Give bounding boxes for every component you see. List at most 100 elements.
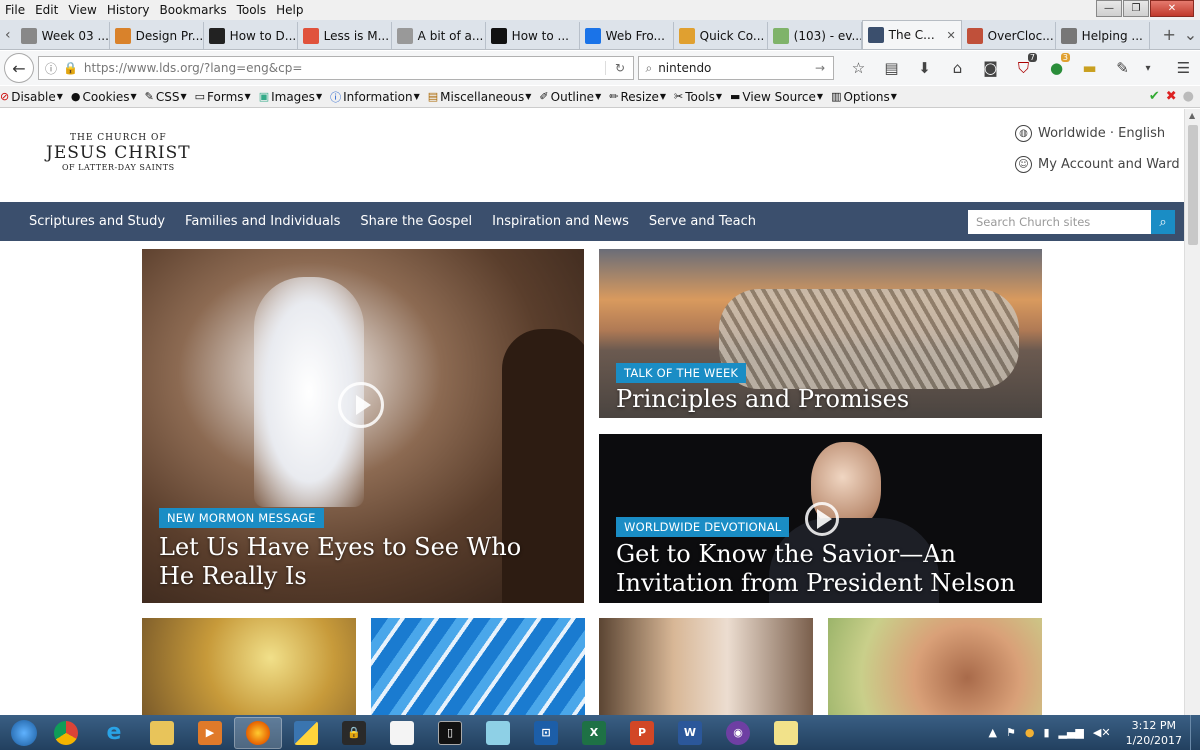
overflow-chevron-icon[interactable]: ▾ [1139, 63, 1157, 74]
tab-list-icon[interactable]: ⌄ [1181, 25, 1200, 44]
dev-options[interactable]: ▥ Options ▼ [831, 90, 897, 104]
download-icon[interactable]: ⬇ [908, 59, 941, 77]
play-icon[interactable] [805, 502, 839, 536]
feature-card-main[interactable]: NEW MORMON MESSAGE Let Us Have Eyes to S… [142, 249, 584, 603]
tray-app-icon[interactable]: ● [1025, 726, 1035, 739]
taskbar-notes[interactable] [762, 717, 810, 749]
language-link[interactable]: ◍ Worldwide · English [1015, 125, 1180, 142]
dev-resize[interactable]: ✏ Resize ▼ [609, 90, 666, 104]
dev-css[interactable]: ✎ CSS ▼ [145, 90, 187, 104]
close-tab-icon[interactable]: ✕ [946, 29, 955, 42]
menu-history[interactable]: History [102, 3, 155, 17]
menu-edit[interactable]: Edit [30, 3, 63, 17]
taskbar-media[interactable]: ▶ [186, 717, 234, 749]
thumb-card-4[interactable] [828, 618, 1042, 715]
taskbar-firefox[interactable] [234, 716, 282, 749]
reload-icon[interactable]: ↻ [605, 61, 633, 75]
taskbar-word[interactable]: W [666, 717, 714, 749]
start-button[interactable] [6, 717, 42, 749]
menu-view[interactable]: View [63, 3, 101, 17]
tab-5[interactable]: How to ... [486, 22, 580, 49]
nav-families[interactable]: Families and Individuals [185, 214, 340, 229]
dev-outline[interactable]: ✐ Outline ▼ [539, 90, 601, 104]
taskbar-sticky[interactable] [474, 717, 522, 749]
tab-11[interactable]: Helping ... [1056, 22, 1150, 49]
minimize-button[interactable]: — [1096, 0, 1122, 17]
card-title[interactable]: Let Us Have Eyes to See Who He Really Is [159, 533, 559, 591]
dev-images[interactable]: ▣ Images ▼ [259, 90, 322, 104]
card-title[interactable]: Get to Know the Savior—An Invitation fro… [616, 540, 1026, 598]
eyedropper-icon[interactable]: ✎ [1106, 59, 1139, 77]
tray-expand-icon[interactable]: ▲ [989, 726, 997, 739]
menu-bookmarks[interactable]: Bookmarks [155, 3, 232, 17]
reading-list-icon[interactable]: ▤ [875, 59, 908, 77]
menu-help[interactable]: Help [271, 3, 308, 17]
dev-forms[interactable]: ▭ Forms ▼ [195, 90, 251, 104]
url-bar[interactable]: ⓘ 🔒 https://www.lds.org/?lang=eng&cp= ↻ [37, 56, 635, 80]
clock[interactable]: 3:12 PM 1/20/2017 [1126, 718, 1182, 748]
church-search-input[interactable]: Search Church sites [968, 210, 1151, 234]
nav-inspiration[interactable]: Inspiration and News [492, 214, 629, 229]
taskbar-python[interactable] [282, 717, 330, 749]
maximize-button[interactable]: ❐ [1123, 0, 1149, 17]
bookmark-star-icon[interactable]: ☆ [842, 59, 875, 77]
tab-6[interactable]: Web Fro... [580, 22, 674, 49]
tab-7[interactable]: Quick Co... [674, 22, 768, 49]
dev-view-source[interactable]: ▬ View Source ▼ [730, 90, 823, 104]
battery-icon[interactable]: ▮ [1043, 726, 1049, 739]
taskbar-excel[interactable]: X [570, 717, 618, 749]
volume-icon[interactable]: ◀✕ [1093, 726, 1111, 739]
back-button[interactable]: ← [4, 53, 34, 83]
check-icon[interactable]: ✔ [1149, 89, 1160, 104]
error-icon[interactable]: ✖ [1166, 89, 1177, 104]
nav-share-gospel[interactable]: Share the Gospel [360, 214, 472, 229]
nav-scriptures[interactable]: Scriptures and Study [29, 214, 165, 229]
pocket-icon[interactable]: ◙ [974, 59, 1007, 77]
hamburger-menu-icon[interactable]: ☰ [1167, 59, 1200, 77]
tab-1[interactable]: Design Pr... [110, 22, 204, 49]
dev-tools[interactable]: ✂ Tools ▼ [674, 90, 722, 104]
taskbar-chrome[interactable] [42, 717, 90, 749]
scroll-up-icon[interactable]: ▲ [1189, 111, 1195, 120]
grey-circle-icon[interactable]: ● [1183, 89, 1194, 104]
tab-3[interactable]: Less is M... [298, 22, 392, 49]
account-link[interactable]: ☺ My Account and Ward [1015, 156, 1180, 173]
feature-card-talk[interactable]: TALK OF THE WEEK Principles and Promises [599, 249, 1042, 418]
scrollbar-thumb[interactable] [1188, 125, 1198, 245]
taskbar-github[interactable]: ◉ [714, 717, 762, 749]
tab-4[interactable]: A bit of a... [392, 22, 486, 49]
taskbar-terminal[interactable]: ▯ [426, 717, 474, 749]
tab-scroll-left-icon[interactable]: ‹ [0, 27, 16, 43]
taskbar-notepad[interactable] [378, 717, 426, 749]
search-input[interactable]: ⌕ nintendo → [638, 56, 834, 80]
feature-card-devotional[interactable]: WORLDWIDE DEVOTIONAL Get to Know the Sav… [599, 434, 1042, 603]
tab-10[interactable]: OverCloc... [962, 22, 1056, 49]
new-tab-button[interactable]: + [1160, 25, 1179, 44]
close-window-button[interactable]: ✕ [1150, 0, 1194, 17]
thumb-card-3[interactable] [599, 618, 813, 715]
taskbar-explorer[interactable] [138, 717, 186, 749]
tab-8[interactable]: (103) - ev... [768, 22, 862, 49]
ublock-icon[interactable]: ⛉ 7 [1007, 53, 1040, 77]
taskbar-security[interactable]: 🔒 [330, 717, 378, 749]
tab-9[interactable]: The C... ✕ [861, 20, 962, 49]
thumb-card-2[interactable] [371, 618, 585, 715]
church-logo[interactable]: THE CHURCH OF JESUS CHRIST OF LATTER-DAY… [46, 133, 191, 172]
nav-serve[interactable]: Serve and Teach [649, 214, 756, 229]
taskbar-sourcetree[interactable]: ⊡ [522, 717, 570, 749]
thumb-card-1[interactable] [142, 618, 356, 715]
dev-disable[interactable]: ⊘ Disable ▼ [0, 90, 63, 104]
ghostery-icon[interactable]: ● 3 [1040, 53, 1073, 77]
flag-icon[interactable]: ⚑ [1006, 726, 1016, 739]
play-icon[interactable] [338, 382, 384, 428]
dev-information[interactable]: ⓘ Information ▼ [330, 89, 420, 105]
taskbar-powerpoint[interactable]: P [618, 717, 666, 749]
tab-0[interactable]: Week 03 ... [16, 22, 110, 49]
show-desktop-button[interactable] [1190, 715, 1200, 750]
menu-file[interactable]: File [0, 3, 30, 17]
home-icon[interactable]: ⌂ [941, 59, 974, 77]
page-scrollbar[interactable]: ▲ [1184, 109, 1200, 715]
tab-2[interactable]: How to D... [204, 22, 298, 49]
search-go-icon[interactable]: → [815, 61, 833, 75]
dev-miscellaneous[interactable]: ▤ Miscellaneous ▼ [428, 90, 532, 104]
